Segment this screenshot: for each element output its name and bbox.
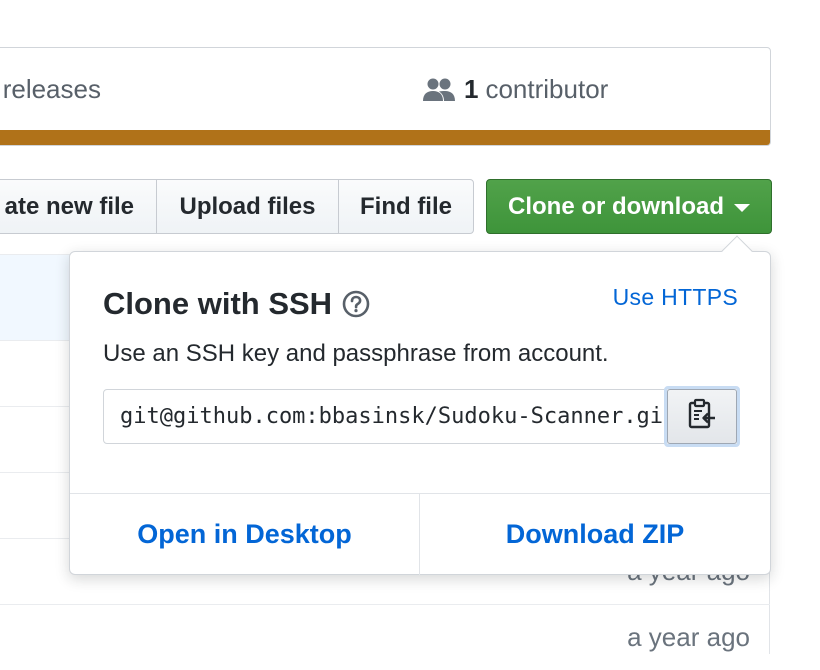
- question-circle-icon[interactable]: [342, 290, 370, 318]
- contributors-link[interactable]: 1 contributor: [422, 74, 608, 105]
- file-row[interactable]: a year ago: [0, 604, 770, 670]
- clipboard-icon: [687, 398, 717, 435]
- row-age: a year ago: [627, 622, 750, 652]
- contributors-count: 1: [464, 74, 479, 104]
- upload-files-button[interactable]: Upload files: [156, 179, 338, 234]
- popover-title: Clone with SSH: [103, 286, 370, 322]
- releases-link[interactable]: 0 releases: [0, 74, 101, 105]
- clone-button-label: Clone or download: [508, 192, 724, 220]
- clone-or-download-button[interactable]: Clone or download: [486, 179, 772, 234]
- repo-stats-bar: 0 releases 1 contributor: [0, 47, 771, 146]
- open-in-desktop-link[interactable]: Open in Desktop: [70, 494, 420, 575]
- copy-button-face: [667, 389, 737, 444]
- download-zip-link[interactable]: Download ZIP: [420, 494, 770, 575]
- clone-url-input[interactable]: git@github.com:bbasinsk/Sudoku-Scanner.g…: [103, 389, 665, 444]
- use-https-link[interactable]: Use HTTPS: [613, 284, 738, 311]
- people-icon: [422, 77, 456, 103]
- popover-footer: Open in Desktop Download ZIP: [70, 493, 770, 575]
- ssh-description: Use an SSH key and passphrase from accou…: [103, 340, 609, 367]
- contributors-label: contributor: [485, 74, 609, 104]
- find-file-button[interactable]: Find file: [338, 179, 474, 234]
- create-new-file-button[interactable]: ate new file: [0, 179, 156, 234]
- popover-arrow: [721, 235, 753, 267]
- copy-to-clipboard-button[interactable]: [664, 386, 740, 447]
- caret-down-icon: [734, 203, 750, 212]
- releases-label: releases: [2, 74, 101, 104]
- language-bar[interactable]: [0, 130, 770, 145]
- clone-ssh-title: Clone with SSH: [103, 286, 333, 321]
- clone-popover: Clone with SSH Use HTTPS Use an SSH key …: [69, 235, 771, 575]
